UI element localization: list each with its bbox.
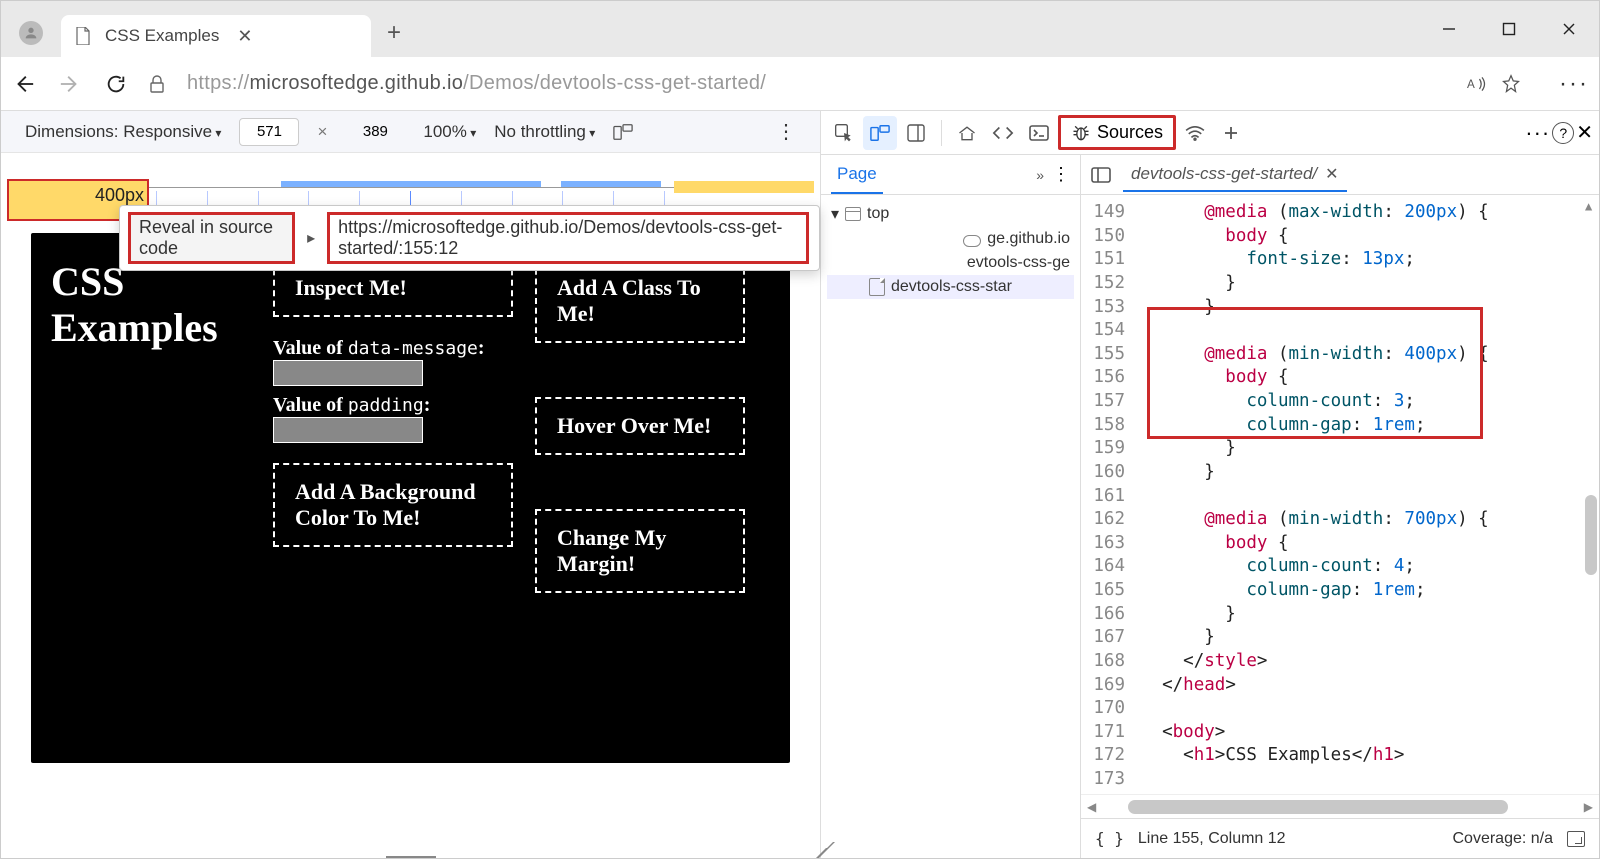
add-bg-box[interactable]: Add A Background Color To Me! [273, 463, 513, 547]
padding-input[interactable] [273, 417, 423, 443]
help-icon[interactable]: ? [1552, 122, 1574, 144]
dimensions-dropdown[interactable]: Dimensions: Responsive [25, 122, 221, 142]
dock-icon[interactable] [899, 116, 933, 150]
forward-button[interactable] [57, 71, 83, 97]
editor-statusbar: { } Line 155, Column 12 Coverage: n/a [1081, 818, 1599, 858]
browser-tab[interactable]: CSS Examples ✕ [61, 15, 371, 57]
bottom-resize-handle[interactable] [386, 856, 436, 858]
editor-file-tab[interactable]: devtools-css-get-started/✕ [1123, 158, 1347, 192]
by-separator: × [317, 122, 327, 142]
close-tab-icon[interactable]: ✕ [1325, 164, 1338, 184]
devtools-pane: Sources ··· ? ✕ Page » ⋮ ▾top [821, 111, 1599, 858]
collapse-icon[interactable]: ▾ [831, 204, 839, 224]
svg-text:A: A [1467, 78, 1475, 91]
device-toolbar: Dimensions: Responsive × 100% No throttl… [1, 111, 820, 153]
devtools-more-button[interactable]: ··· [1525, 120, 1550, 146]
network-icon[interactable] [1178, 116, 1212, 150]
address-bar[interactable]: https://microsoftedge.github.io/Demos/de… [149, 72, 1431, 95]
width-input[interactable] [239, 118, 299, 146]
bug-icon [1071, 123, 1091, 143]
cursor-position: Line 155, Column 12 [1138, 830, 1286, 848]
inspect-element-icon[interactable] [827, 116, 861, 150]
file-icon [869, 278, 885, 296]
vertical-scrollbar[interactable] [1585, 495, 1597, 575]
navigator-more-button[interactable]: ⋮ [1052, 164, 1070, 185]
profile-avatar[interactable] [19, 21, 43, 45]
code-area[interactable]: 149 150 151 152 153 154 155 156 157 158 … [1081, 195, 1599, 794]
url-text: https://microsoftedge.github.io/Demos/de… [187, 72, 766, 95]
emulation-pane: Dimensions: Responsive × 100% No throttl… [1, 111, 821, 858]
hover-box[interactable]: Hover Over Me! [535, 397, 745, 455]
devtools-toolbar: Sources ··· ? ✕ [821, 111, 1599, 155]
data-message-label: Value of data-message: [273, 337, 513, 360]
source-editor: devtools-css-get-started/✕ 149 150 151 1… [1081, 155, 1599, 858]
sources-navigator: Page » ⋮ ▾top ge.github.io evtools-css-g… [821, 155, 1081, 858]
welcome-icon[interactable] [950, 116, 984, 150]
toolbar: https://microsoftedge.github.io/Demos/de… [1, 57, 1599, 111]
sources-tab[interactable]: Sources [1058, 115, 1176, 150]
chevron-right-icon: ▸ [307, 228, 315, 248]
throttling-dropdown[interactable]: No throttling [494, 122, 595, 142]
horizontal-scrollbar[interactable]: ◀▶ [1081, 794, 1599, 818]
settings-menu-button[interactable]: ··· [1559, 70, 1589, 98]
scroll-up-icon[interactable]: ▲ [1585, 199, 1599, 213]
zoom-dropdown[interactable]: 100% [423, 122, 476, 142]
nav-tree[interactable]: ▾top ge.github.io evtools-css-ge devtool… [821, 195, 1080, 305]
padding-label: Value of padding: [273, 394, 513, 417]
breakpoint-tooltip: Reveal in source code ▸ https://microsof… [119, 205, 820, 271]
show-coverage-icon[interactable] [1567, 831, 1585, 847]
pretty-print-button[interactable]: { } [1095, 829, 1124, 848]
minimize-button[interactable] [1419, 1, 1479, 57]
data-message-input[interactable] [273, 360, 423, 386]
coverage-label: Coverage: n/a [1452, 830, 1553, 848]
elements-icon[interactable] [986, 116, 1020, 150]
add-class-box[interactable]: Add A Class To Me! [535, 259, 745, 343]
media-ruler[interactable]: 400px Reveal in source code ▸ https://mi… [1, 153, 820, 223]
favorite-icon[interactable] [1501, 74, 1521, 94]
lock-icon [149, 75, 167, 93]
titlebar: CSS Examples ✕ + [1, 1, 1599, 57]
rotate-icon[interactable] [613, 123, 633, 141]
console-icon[interactable] [1022, 116, 1056, 150]
cloud-icon [963, 235, 981, 247]
reload-button[interactable] [103, 71, 129, 97]
add-tab-button[interactable] [1214, 116, 1248, 150]
new-tab-button[interactable]: + [381, 19, 407, 47]
page-preview: CSSExamples Inspect Me! Value of data-me… [31, 233, 790, 763]
tab-close-button[interactable]: ✕ [231, 26, 258, 47]
reveal-in-source-button[interactable]: Reveal in source code [128, 212, 295, 264]
change-margin-box[interactable]: Change My Margin! [535, 509, 745, 593]
read-aloud-icon[interactable]: A [1467, 75, 1487, 93]
browser-window: CSS Examples ✕ + https://microsoftedge.g… [0, 0, 1600, 859]
read-aloud-group: A [1451, 68, 1537, 100]
height-input[interactable] [345, 118, 405, 146]
device-more-button[interactable]: ⋮ [776, 119, 796, 144]
file-icon [75, 27, 93, 45]
tab-title: CSS Examples [105, 26, 219, 46]
chevron-right-icon[interactable]: » [1036, 167, 1044, 183]
window-controls [1419, 1, 1599, 57]
back-button[interactable] [11, 71, 37, 97]
window-close-button[interactable] [1539, 1, 1599, 57]
navigator-page-tab[interactable]: Page [831, 156, 883, 194]
device-toggle-icon[interactable] [863, 116, 897, 150]
source-location-link[interactable]: https://microsoftedge.github.io/Demos/de… [327, 212, 809, 264]
page-heading: CSSExamples [51, 259, 251, 737]
vertical-resize-handle[interactable] [800, 443, 810, 563]
frame-icon [845, 207, 861, 221]
file-nav-icon[interactable] [1091, 167, 1113, 183]
devtools-close-button[interactable]: ✕ [1576, 120, 1593, 145]
maximize-button[interactable] [1479, 1, 1539, 57]
corner-resize-handle[interactable] [808, 842, 826, 858]
